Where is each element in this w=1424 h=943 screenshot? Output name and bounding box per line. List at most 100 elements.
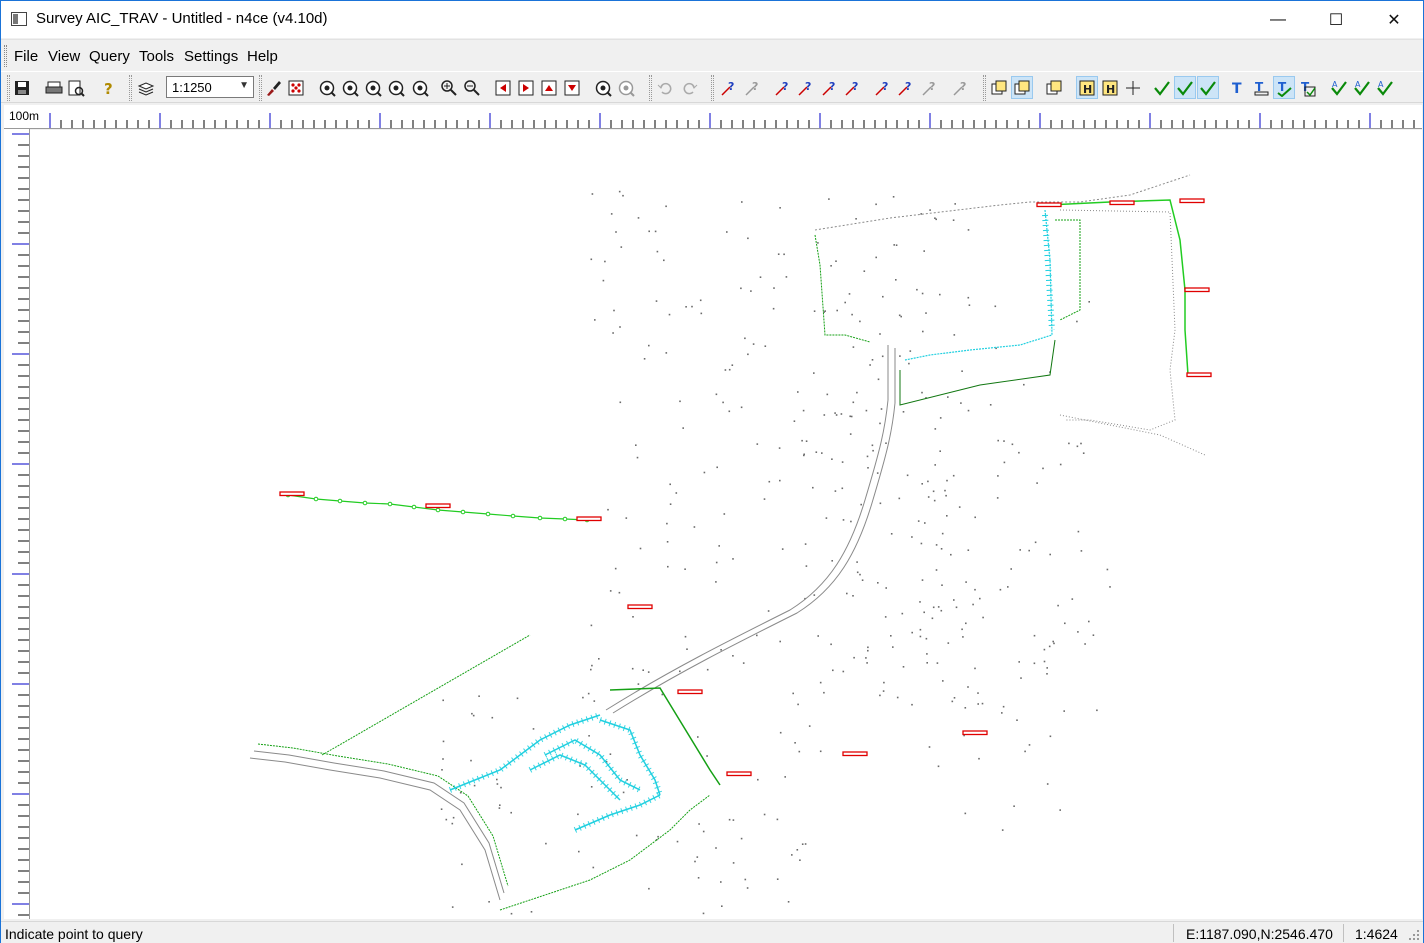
toolbar-grip[interactable] xyxy=(649,75,652,101)
survey-point xyxy=(609,590,612,592)
app-icon[interactable] xyxy=(11,12,27,26)
drawing-canvas[interactable] xyxy=(30,130,1422,919)
snap-height-button[interactable]: H xyxy=(1099,76,1121,99)
survey-point xyxy=(1059,463,1062,466)
survey-point xyxy=(614,567,617,570)
menu-file[interactable]: File xyxy=(14,48,38,65)
zoom-in-button[interactable] xyxy=(438,76,460,99)
text-button[interactable]: T xyxy=(1226,76,1248,99)
query-point-button[interactable]: ? xyxy=(718,76,740,99)
undo-button[interactable] xyxy=(654,76,676,99)
pan-up-button[interactable] xyxy=(538,76,560,99)
survey-point xyxy=(947,642,950,644)
zoom-window-button[interactable] xyxy=(362,76,384,99)
survey-point xyxy=(794,742,796,744)
survey-point xyxy=(746,887,749,889)
pan-down-button[interactable] xyxy=(561,76,583,99)
query-circle-button[interactable]: ? xyxy=(819,76,841,99)
zoom-previous-button[interactable] xyxy=(316,76,338,99)
zoom-all-button[interactable] xyxy=(339,76,361,99)
traverse-station xyxy=(485,511,491,517)
toolbar-grip[interactable] xyxy=(7,75,10,101)
survey-point xyxy=(784,776,786,778)
survey-point xyxy=(1010,568,1012,570)
query-distance-button[interactable]: ? xyxy=(872,76,894,99)
toolbar-grip[interactable] xyxy=(983,75,986,101)
pan-right-button[interactable] xyxy=(515,76,537,99)
text-underline-button[interactable]: T xyxy=(1250,76,1272,99)
query-zoom-button[interactable] xyxy=(592,76,614,99)
traverse-station xyxy=(537,515,543,521)
survey-point xyxy=(867,467,869,469)
minimize-button[interactable]: — xyxy=(1249,1,1307,38)
check-plus-button[interactable] xyxy=(1174,76,1196,99)
spell-check-abc-button[interactable]: A xyxy=(1351,76,1373,99)
survey-point xyxy=(732,862,735,864)
zoom-extents-icon xyxy=(388,80,405,97)
text-edit-button[interactable]: T xyxy=(1297,76,1319,99)
query-line-button[interactable]: ? xyxy=(772,76,794,99)
survey-point xyxy=(741,201,743,203)
survey-point xyxy=(1057,604,1059,607)
survey-point xyxy=(622,194,624,197)
menu-grip[interactable] xyxy=(4,45,7,67)
zoom-scale-button[interactable] xyxy=(409,76,431,99)
query-polyline-button[interactable]: ? xyxy=(795,76,817,99)
menu-query[interactable]: Query xyxy=(89,48,130,65)
hedge-line xyxy=(814,234,871,343)
survey-point xyxy=(1088,301,1090,303)
print-button[interactable] xyxy=(43,76,65,99)
zoom-extents-button[interactable] xyxy=(385,76,407,99)
survey-point xyxy=(590,786,593,788)
query-angle-icon: ? xyxy=(745,80,758,96)
select-filter-button[interactable] xyxy=(1011,76,1033,99)
survey-point xyxy=(825,517,828,519)
survey-point xyxy=(819,750,822,753)
query-disabled-button[interactable]: ? xyxy=(950,76,972,99)
print-preview-button[interactable] xyxy=(65,76,87,99)
toolbar-grip[interactable] xyxy=(129,75,132,101)
crosshair-button[interactable] xyxy=(1122,76,1144,99)
survey-point xyxy=(1036,482,1038,484)
pan-left-button[interactable] xyxy=(492,76,514,99)
snap-grid-button[interactable]: H xyxy=(1076,76,1098,99)
layers-button[interactable] xyxy=(135,76,157,99)
survey-point xyxy=(763,813,766,816)
menu-tools[interactable]: Tools xyxy=(139,48,174,65)
check-button[interactable] xyxy=(1151,76,1173,99)
toolbar-grip[interactable] xyxy=(711,75,714,101)
bitmap-button[interactable] xyxy=(1043,76,1065,99)
scale-dropdown[interactable]: 1:1250 ▼ xyxy=(166,76,254,98)
menu-view[interactable]: View xyxy=(48,48,80,65)
title-bar: Survey AIC_TRAV - Untitled - n4ce (v4.10… xyxy=(1,1,1423,38)
svg-text:H: H xyxy=(1106,83,1115,96)
query-area-button[interactable]: ? xyxy=(842,76,864,99)
query-zoom-disabled-button[interactable] xyxy=(615,76,637,99)
survey-drawing[interactable] xyxy=(30,130,1422,919)
zoom-out-button[interactable] xyxy=(461,76,483,99)
dice-button[interactable] xyxy=(285,76,307,99)
survey-point xyxy=(817,635,819,637)
spell-check-a-button[interactable]: A xyxy=(1328,76,1350,99)
query-triangle-button[interactable]: ? xyxy=(919,76,941,99)
query-bearing-button[interactable]: ? xyxy=(895,76,917,99)
save-button[interactable] xyxy=(11,76,33,99)
paint-brush-button[interactable] xyxy=(262,76,284,99)
check-shield-button[interactable] xyxy=(1197,76,1219,99)
maximize-button[interactable]: ☐ xyxy=(1307,1,1365,38)
survey-point xyxy=(715,393,718,396)
spell-check-ab-button[interactable]: A xyxy=(1374,76,1396,99)
menu-help[interactable]: Help xyxy=(247,48,278,65)
close-button[interactable]: ✕ xyxy=(1365,1,1423,38)
menu-settings[interactable]: Settings xyxy=(184,48,238,65)
survey-point xyxy=(911,703,913,706)
help-query-button[interactable]: ? xyxy=(97,76,119,99)
survey-point xyxy=(723,513,726,515)
wall-line xyxy=(904,209,1053,361)
survey-point xyxy=(899,355,901,357)
resize-grip-icon[interactable] xyxy=(1408,929,1420,941)
redo-button[interactable] xyxy=(679,76,701,99)
query-angle-button[interactable]: ? xyxy=(742,76,764,99)
text-check-button[interactable]: T xyxy=(1273,76,1295,99)
select-box-button[interactable] xyxy=(988,76,1010,99)
